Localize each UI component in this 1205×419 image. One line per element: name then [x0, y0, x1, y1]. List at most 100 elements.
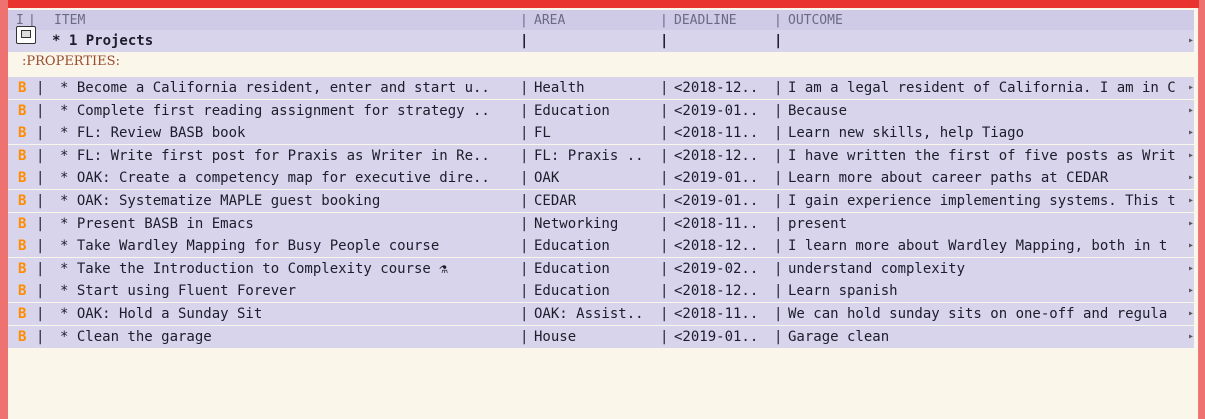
header-item[interactable]: ITEM [54, 10, 85, 32]
header-deadline[interactable]: DEADLINE [674, 10, 737, 32]
column-separator: | [520, 328, 529, 345]
cell-outcome[interactable]: Learn new skills, help Tiago [788, 122, 1186, 144]
cell-outcome[interactable]: Garage clean [788, 326, 1186, 348]
cell-outcome[interactable]: I learn more about Wardley Mapping, both… [788, 235, 1186, 257]
header-area[interactable]: AREA [534, 10, 565, 32]
cell-deadline[interactable]: <2018-11.. [674, 213, 758, 235]
cell-item[interactable]: * OAK: Systematize MAPLE guest booking [60, 190, 380, 212]
column-separator: | [520, 306, 529, 322]
column-separator: | [36, 260, 45, 277]
cell-item[interactable]: * Take the Introduction to Complexity co… [60, 258, 448, 280]
column-separator: | [660, 147, 669, 164]
cell-item[interactable]: * Complete first reading assignment for … [60, 100, 490, 122]
cell-item[interactable]: * FL: Review BASB book [60, 122, 245, 144]
table-row[interactable]: B | * Clean the garage | House | <2019-01.. | Ga… [8, 325, 1194, 348]
cell-outcome[interactable]: Learn spanish [788, 280, 1186, 302]
column-separator: | [660, 215, 669, 232]
cell-item[interactable]: * Clean the garage [60, 326, 212, 348]
cell-deadline[interactable]: <2018-12.. [674, 235, 758, 257]
cell-area[interactable]: OAK [534, 167, 559, 189]
cell-outcome[interactable]: We can hold sunday sits on one-off and r… [788, 303, 1186, 325]
column-separator: | [660, 283, 669, 300]
line-continuation-icon: ▸ [1188, 35, 1194, 46]
column-separator: | [774, 125, 783, 142]
row-marker-b: B [18, 170, 27, 187]
cell-deadline[interactable]: <2018-12.. [674, 280, 758, 302]
cell-outcome[interactable]: Learn more about career paths at CEDAR [788, 167, 1186, 189]
cell-area[interactable]: House [534, 326, 576, 348]
header-outcome[interactable]: OUTCOME [788, 10, 843, 32]
line-continuation-icon: ▸ [1188, 330, 1194, 342]
cell-deadline[interactable]: <2019-01.. [674, 100, 758, 122]
cell-item[interactable]: * OAK: Create a competency map for execu… [60, 167, 490, 189]
column-separator: | [774, 102, 783, 119]
cell-item[interactable]: * Start using Fluent Forever [60, 280, 296, 302]
column-separator: | [36, 147, 45, 164]
cell-area[interactable]: CEDAR [534, 190, 576, 212]
cell-item[interactable]: * Present BASB in Emacs [60, 213, 254, 235]
table-row[interactable]: B | * Start using Fluent Forever | Education… [8, 280, 1194, 303]
projects-heading-row[interactable]: * 1 Projects | | | ▸ [8, 30, 1194, 52]
cell-outcome[interactable]: present [788, 213, 1186, 235]
line-continuation-icon: ▸ [1188, 104, 1194, 116]
column-separator: | [660, 170, 669, 187]
window-frame-right [1199, 0, 1205, 419]
emacs-org-buffer[interactable]: I | ITEM | AREA | DEADLINE | OUTCOME * 1… [8, 8, 1198, 419]
cell-item[interactable]: * Take Wardley Mapping for Busy People c… [60, 235, 439, 257]
column-separator: | [660, 306, 669, 322]
cell-deadline[interactable]: <2018-12.. [674, 77, 758, 99]
table-row[interactable]: B | * Complete first reading assignment fo… [8, 99, 1194, 122]
cell-area[interactable]: Education [534, 235, 610, 257]
cell-item[interactable]: * OAK: Hold a Sunday Sit [60, 303, 262, 325]
column-separator: | [520, 147, 529, 164]
cell-outcome[interactable]: I gain experience implementing systems. … [788, 190, 1186, 212]
properties-drawer[interactable]: :PROPERTIES: [22, 54, 120, 69]
column-separator: | [660, 125, 669, 142]
column-separator: | [774, 328, 783, 345]
cell-deadline[interactable]: <2018-11.. [674, 122, 758, 144]
cell-area[interactable]: Health [534, 77, 585, 99]
column-separator: | [520, 238, 529, 255]
column-separator: | [774, 215, 783, 232]
table-row[interactable]: B | * OAK: Create a competency map for exe… [8, 167, 1194, 190]
cell-outcome[interactable]: I have written the first of five posts a… [788, 145, 1186, 167]
row-marker-b: B [18, 193, 27, 209]
cell-deadline[interactable]: <2018-12.. [674, 145, 758, 167]
cell-area[interactable]: Education [534, 258, 610, 280]
table-row[interactable]: B | * FL: Write first post for Praxis as W… [8, 144, 1194, 167]
table-row[interactable]: B | * OAK: Systematize MAPLE guest booking… [8, 190, 1194, 212]
table-row[interactable]: B | * OAK: Hold a Sunday Sit | OAK: Assist..… [8, 303, 1194, 325]
cell-outcome[interactable]: Because [788, 100, 1186, 122]
cell-area[interactable]: FL [534, 122, 551, 144]
column-separator: | [774, 80, 783, 96]
table-row[interactable]: B | * Take the Introduction to Complexity … [8, 257, 1194, 280]
table-row[interactable]: B | * Become a California resident, enter … [8, 77, 1194, 99]
column-separator: | [36, 328, 45, 345]
cell-area[interactable]: FL: Praxis .. [534, 145, 644, 167]
cell-deadline[interactable]: <2019-02.. [674, 258, 758, 280]
line-continuation-icon: ▸ [1188, 285, 1194, 297]
row-marker-b: B [18, 238, 27, 255]
cell-deadline[interactable]: <2018-11.. [674, 303, 758, 325]
cell-area[interactable]: Networking [534, 213, 618, 235]
cell-deadline[interactable]: <2019-01.. [674, 190, 758, 212]
cell-area[interactable]: Education [534, 280, 610, 302]
cell-item[interactable]: * Become a California resident, enter an… [60, 77, 490, 99]
cell-area[interactable]: Education [534, 100, 610, 122]
row-marker-b: B [18, 215, 27, 232]
cell-deadline[interactable]: <2019-01.. [674, 167, 758, 189]
window-control-icon[interactable] [16, 26, 36, 44]
table-row[interactable]: B | * Present BASB in Emacs | Networking | <20… [8, 212, 1194, 235]
table-row[interactable]: B | * Take Wardley Mapping for Busy People… [8, 235, 1194, 258]
cell-item[interactable]: * FL: Write first post for Praxis as Wri… [60, 145, 490, 167]
line-continuation-icon: ▸ [1188, 127, 1194, 139]
cell-deadline[interactable]: <2019-01.. [674, 326, 758, 348]
table-row[interactable]: B | * FL: Review BASB book | FL | <2018-11.. | L… [8, 122, 1194, 145]
cell-outcome[interactable]: I am a legal resident of California. I a… [788, 77, 1186, 99]
row-marker-b: B [18, 328, 27, 345]
cell-outcome[interactable]: understand complexity [788, 258, 1186, 280]
cell-area[interactable]: OAK: Assist.. [534, 303, 644, 325]
projects-heading[interactable]: * 1 Projects [52, 30, 153, 52]
column-separator: | [520, 80, 529, 96]
line-continuation-icon: ▸ [1188, 262, 1194, 274]
